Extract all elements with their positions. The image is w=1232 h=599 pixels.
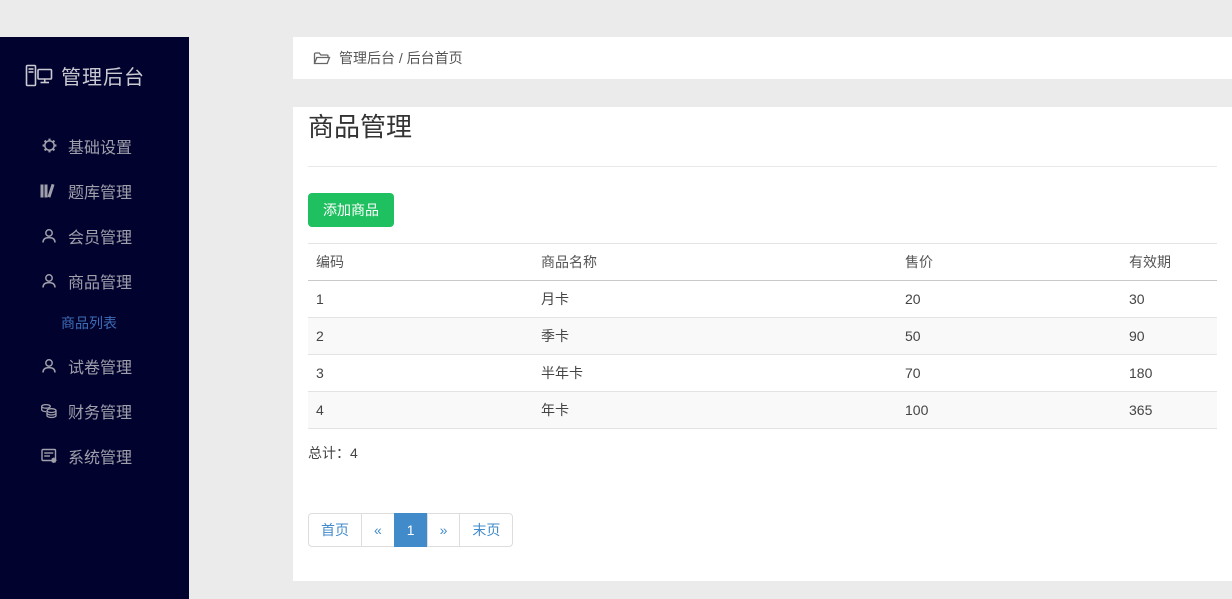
app-brand: 管理后台: [0, 37, 189, 90]
total-count: 总计：4: [308, 443, 1217, 463]
table-row: 1 月卡 20 30: [308, 281, 1217, 318]
cell-code: 4: [308, 392, 533, 429]
page-title: 商品管理: [308, 107, 1217, 167]
table-row: 2 季卡 50 90: [308, 318, 1217, 355]
sidebar-item-exams[interactable]: 试卷管理: [0, 343, 189, 388]
cell-code: 2: [308, 318, 533, 355]
pagination-next-button[interactable]: »: [427, 513, 461, 547]
gear-icon: [40, 137, 58, 154]
sidebar-item-label: 财务管理: [68, 399, 132, 423]
pagination-prev-button[interactable]: «: [361, 513, 395, 547]
sidebar-item-label: 试卷管理: [68, 354, 132, 378]
coins-icon: [40, 403, 58, 419]
sidebar-item-question-bank[interactable]: 题库管理: [0, 168, 189, 213]
cell-name: 年卡: [533, 392, 897, 429]
column-header-code: 编码: [308, 244, 533, 281]
content-card: 商品管理 添加商品 编码 商品名称 售价 有效期 1 月卡 20 30: [293, 107, 1232, 581]
column-header-name: 商品名称: [533, 244, 897, 281]
folder-icon: [313, 51, 331, 66]
user-icon: [40, 228, 58, 244]
desktop-computer-icon: [25, 64, 53, 88]
cell-price: 20: [897, 281, 1121, 318]
sidebar-item-label: 系统管理: [68, 444, 132, 468]
cell-validity: 30: [1121, 281, 1217, 318]
main-area: 管理后台 / 后台首页 商品管理 添加商品 编码 商品名称 售价 有效期 1 月…: [293, 37, 1232, 581]
pagination: 首页 « 1 » 末页: [308, 513, 513, 547]
sidebar: 管理后台 基础设置: [0, 37, 189, 599]
cell-name: 季卡: [533, 318, 897, 355]
cell-price: 70: [897, 355, 1121, 392]
sidebar-item-members[interactable]: 会员管理: [0, 213, 189, 258]
table-row: 3 半年卡 70 180: [308, 355, 1217, 392]
breadcrumb: 管理后台 / 后台首页: [293, 37, 1232, 79]
table-row: 4 年卡 100 365: [308, 392, 1217, 429]
sidebar-subitem-product-list[interactable]: 商品列表: [0, 303, 189, 343]
system-settings-icon: [40, 448, 58, 464]
cell-validity: 90: [1121, 318, 1217, 355]
cell-validity: 365: [1121, 392, 1217, 429]
cell-name: 月卡: [533, 281, 897, 318]
user-icon: [40, 358, 58, 374]
pagination-first-button[interactable]: 首页: [308, 513, 362, 547]
column-header-validity: 有效期: [1121, 244, 1217, 281]
breadcrumb-text: 管理后台 / 后台首页: [339, 48, 463, 68]
app-title: 管理后台: [61, 61, 145, 90]
books-icon: [40, 183, 58, 199]
user-icon: [40, 273, 58, 289]
cell-code: 3: [308, 355, 533, 392]
table-header-row: 编码 商品名称 售价 有效期: [308, 244, 1217, 281]
sidebar-item-basic-settings[interactable]: 基础设置: [0, 123, 189, 168]
sidebar-item-label: 商品管理: [68, 269, 132, 293]
sidebar-nav: 基础设置 题库管理 会员管理: [0, 123, 189, 478]
sidebar-item-label: 会员管理: [68, 224, 132, 248]
products-table: 编码 商品名称 售价 有效期 1 月卡 20 30 2 季卡 50 90: [308, 243, 1217, 429]
column-header-price: 售价: [897, 244, 1121, 281]
sidebar-item-products[interactable]: 商品管理: [0, 258, 189, 303]
sidebar-item-system[interactable]: 系统管理: [0, 433, 189, 478]
cell-price: 100: [897, 392, 1121, 429]
pagination-page-1-button[interactable]: 1: [394, 513, 428, 547]
sidebar-item-finance[interactable]: 财务管理: [0, 388, 189, 433]
cell-code: 1: [308, 281, 533, 318]
sidebar-item-label: 题库管理: [68, 179, 132, 203]
cell-price: 50: [897, 318, 1121, 355]
cell-name: 半年卡: [533, 355, 897, 392]
add-product-button[interactable]: 添加商品: [308, 193, 394, 227]
sidebar-subitem-label: 商品列表: [61, 313, 117, 333]
sidebar-item-label: 基础设置: [68, 134, 132, 158]
pagination-last-button[interactable]: 末页: [459, 513, 513, 547]
cell-validity: 180: [1121, 355, 1217, 392]
